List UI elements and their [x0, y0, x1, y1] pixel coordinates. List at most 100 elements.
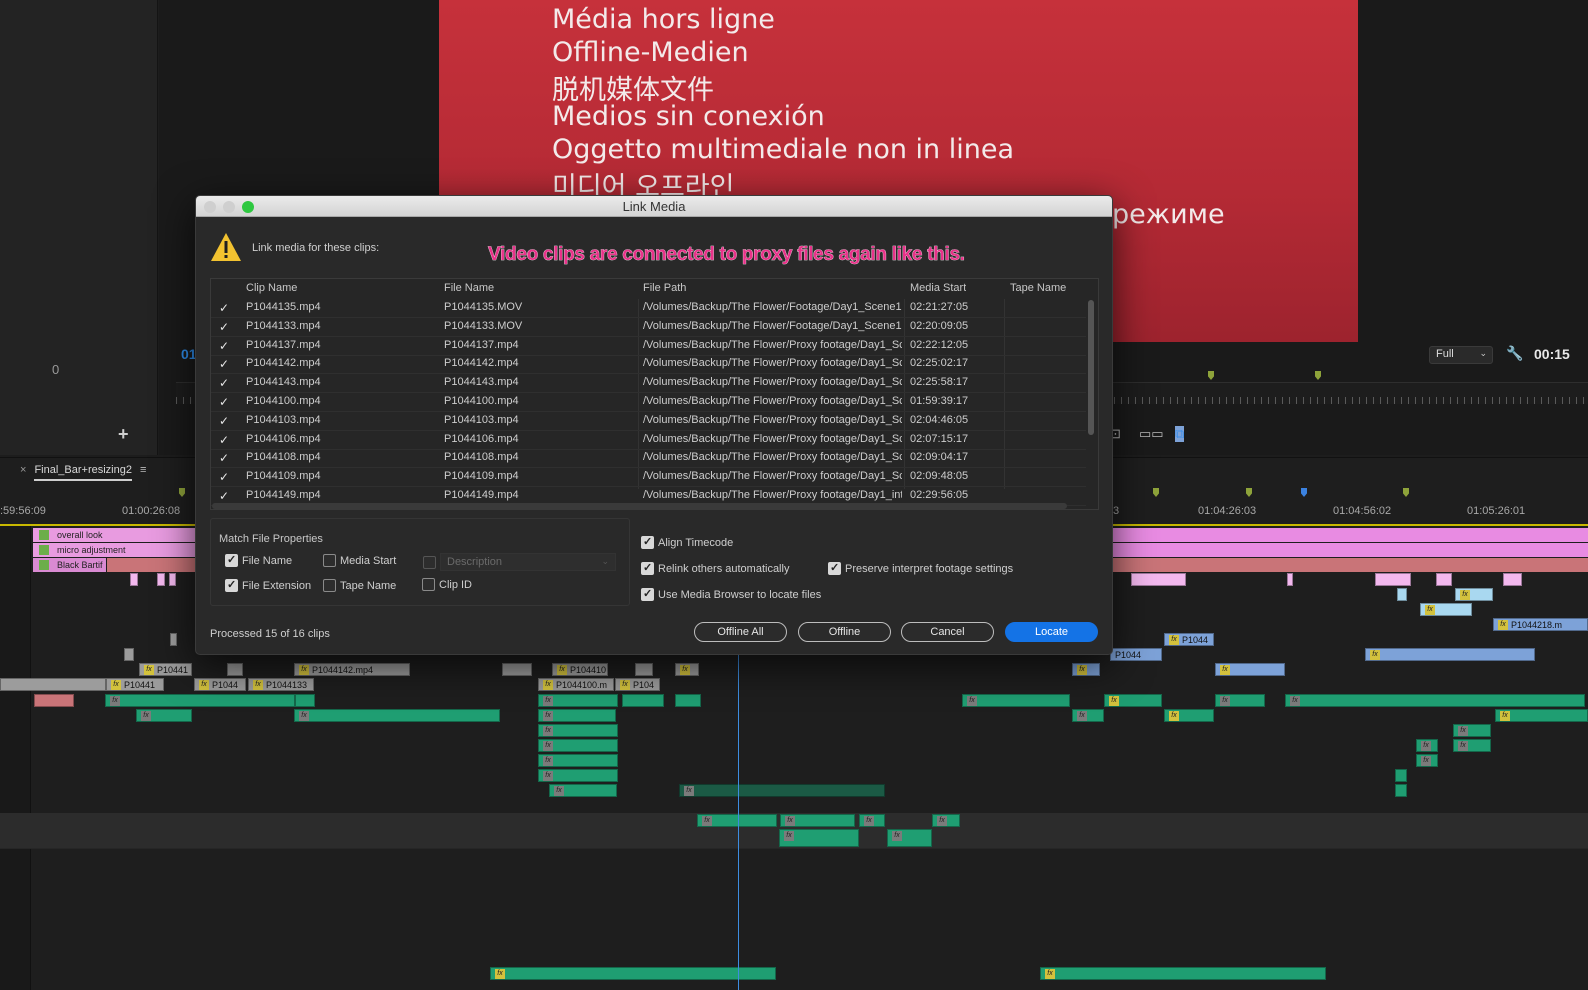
table-row[interactable]: ✓ P1044143.mp4 P1044143.mp4/Volumes/Backup…	[211, 374, 1086, 394]
clip[interactable]: fx	[538, 769, 618, 782]
dialog-titlebar[interactable]: Link Media	[196, 196, 1112, 217]
offline-all-button[interactable]: Offline All	[694, 622, 787, 642]
adjustment-clip[interactable]	[1113, 543, 1588, 557]
clip[interactable]: fx	[1072, 709, 1104, 722]
clip[interactable]	[34, 694, 74, 707]
clip[interactable]	[124, 648, 134, 661]
clip[interactable]: fx P1044100.m	[538, 678, 614, 691]
table-row[interactable]: ✓ P1044109.mp4 P1044109.mp4/Volumes/Backup…	[211, 468, 1086, 488]
media-start-checkbox[interactable]: Media Start	[323, 554, 396, 568]
wrench-icon[interactable]: 🔧	[1506, 345, 1523, 362]
clip[interactable]: fx	[1455, 588, 1493, 601]
clip[interactable]: P1044	[1110, 648, 1162, 661]
marker[interactable]	[1246, 488, 1252, 497]
clip[interactable]: fx	[538, 754, 618, 767]
clip[interactable]	[1395, 784, 1407, 797]
tab-sequence[interactable]: × Final_Bar+resizing2 ≡	[20, 464, 146, 481]
clip[interactable]: fx P1044218.m	[1493, 618, 1588, 631]
adjustment-clip[interactable]	[107, 558, 195, 572]
clip[interactable]: fx	[1215, 663, 1285, 676]
align-timecode-checkbox[interactable]: Align Timecode	[641, 535, 733, 550]
clip[interactable]: fx	[1365, 648, 1535, 661]
clip[interactable]: fx	[294, 709, 500, 722]
file-name-checkbox[interactable]: File Name	[225, 553, 292, 568]
clip[interactable]: fx	[1453, 739, 1491, 752]
zoom-select[interactable]: Full ⌄	[1429, 346, 1493, 364]
table-row[interactable]: ✓ P1044133.mp4 P1044133.MOV/Volumes/Backup…	[211, 318, 1086, 337]
table-row[interactable]: ✓ P1044103.mp4 P1044103.mp4/Volumes/Backup…	[211, 412, 1086, 431]
column-header[interactable]: File Path	[643, 282, 686, 294]
clip[interactable]: fx	[538, 724, 618, 737]
clip[interactable]	[1397, 588, 1407, 601]
clip[interactable]	[1375, 573, 1411, 586]
checkbox-box[interactable]	[323, 579, 336, 592]
audio-clip[interactable]: fx	[932, 814, 960, 827]
clip[interactable]: fx P1044133	[248, 678, 314, 691]
clip[interactable]: fx	[679, 784, 885, 797]
clip[interactable]: fx	[538, 694, 618, 707]
table-horizontal-scrollbar[interactable]	[212, 503, 1067, 509]
clip[interactable]	[1131, 573, 1186, 586]
checkbox-box[interactable]	[225, 553, 238, 567]
checkbox-box[interactable]	[641, 587, 654, 601]
relink-others-checkbox[interactable]: Relink others automatically	[641, 561, 789, 576]
clip[interactable]	[169, 573, 176, 586]
use-media-browser-checkbox[interactable]: Use Media Browser to locate files	[641, 587, 821, 602]
clip[interactable]: fx P10441	[106, 678, 164, 691]
table-row[interactable]: ✓ P1044135.mp4 P1044135.MOV/Volumes/Backup…	[211, 299, 1086, 318]
adjustment-clip[interactable]: micro adjustment	[33, 543, 195, 557]
locate-button[interactable]: Locate	[1005, 622, 1098, 642]
column-header[interactable]: Tape Name	[1010, 282, 1066, 294]
clip[interactable]	[227, 663, 243, 676]
marker[interactable]	[1403, 488, 1409, 497]
column-header[interactable]: File Name	[444, 282, 494, 294]
checkbox-box[interactable]	[828, 561, 841, 575]
adjustment-clip[interactable]: overall look	[33, 528, 195, 542]
checkbox-box[interactable]	[641, 561, 654, 575]
clip[interactable]: fx P1044142.mp4	[294, 663, 410, 676]
marker[interactable]	[1301, 488, 1307, 497]
export-frame-icon[interactable]: ⧉	[1175, 426, 1185, 442]
clip[interactable]	[502, 663, 532, 676]
clip[interactable]: fx	[1416, 754, 1438, 767]
clip[interactable]	[1503, 573, 1522, 586]
column-header[interactable]: Media Start	[910, 282, 966, 294]
table-row[interactable]: ✓ P1044106.mp4 P1044106.mp4/Volumes/Backup…	[211, 431, 1086, 450]
clip[interactable]: fx	[1215, 694, 1265, 707]
menu-icon[interactable]: ≡	[140, 464, 146, 476]
clip[interactable]: fx P1044	[194, 678, 246, 691]
checkbox-box[interactable]	[323, 554, 336, 567]
clip[interactable]: fx	[549, 784, 617, 797]
tape-name-checkbox[interactable]: Tape Name	[323, 579, 396, 593]
add-icon[interactable]: +	[118, 424, 129, 445]
clip[interactable]	[635, 663, 653, 676]
scrollbar-thumb[interactable]	[1088, 300, 1094, 435]
clip[interactable]	[1287, 573, 1293, 586]
file-extension-checkbox[interactable]: File Extension	[225, 578, 311, 593]
clip-id-checkbox[interactable]: Clip ID	[422, 578, 472, 592]
clip[interactable]: fx P1044	[1164, 633, 1214, 646]
clip[interactable]: fx P10441	[139, 663, 192, 676]
adjustment-clip[interactable]	[1113, 528, 1588, 542]
audio-clip[interactable]: fx	[1040, 967, 1326, 980]
clip[interactable]	[622, 694, 664, 707]
clip[interactable]	[675, 694, 701, 707]
clip[interactable]	[0, 678, 106, 691]
close-icon[interactable]: ×	[20, 464, 26, 476]
clip[interactable]: fx	[962, 694, 1070, 707]
clip[interactable]: fx	[538, 709, 616, 722]
offline-button[interactable]: Offline	[798, 622, 891, 642]
audio-clip[interactable]: fx	[779, 829, 859, 847]
clip[interactable]: fx	[1416, 739, 1438, 752]
table-vertical-scrollbar[interactable]	[1087, 299, 1095, 504]
checkbox-box[interactable]	[423, 556, 436, 569]
compare-view-icon[interactable]: ▭▭	[1139, 426, 1164, 442]
clip[interactable]	[130, 573, 138, 586]
clip[interactable]	[1436, 573, 1452, 586]
column-header[interactable]: Clip Name	[246, 282, 297, 294]
audio-clip[interactable]: fx	[490, 967, 776, 980]
audio-clip[interactable]: fx	[780, 814, 855, 827]
adjustment-clip[interactable]: Black Bartif	[33, 558, 106, 572]
checkbox-box[interactable]	[422, 578, 435, 591]
clip[interactable]: fx P104	[615, 678, 660, 691]
